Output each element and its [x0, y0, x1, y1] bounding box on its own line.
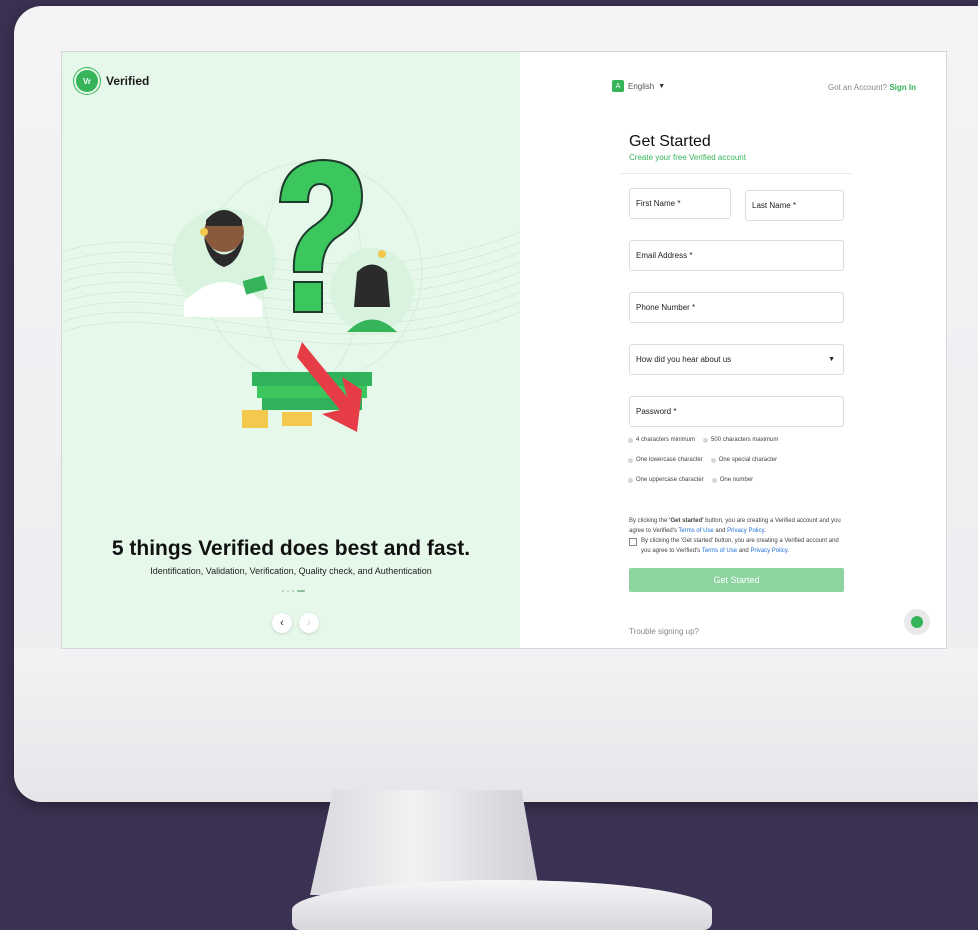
- first-name-field[interactable]: First Name *: [629, 188, 731, 219]
- rule-item: One number: [711, 477, 754, 483]
- last-name-placeholder: Last Name *: [752, 201, 797, 210]
- brand-name: Verified: [106, 74, 150, 88]
- verified-logo-icon: Vr: [74, 68, 100, 94]
- referral-source-placeholder: How did you hear about us: [636, 355, 732, 364]
- phone-placeholder: Phone Number *: [636, 303, 696, 312]
- divider: [620, 173, 852, 174]
- caret-down-icon: ▼: [828, 356, 835, 363]
- privacy-policy-link[interactable]: Privacy Policy: [750, 548, 787, 554]
- terms-text: By clicking the: [629, 518, 670, 524]
- rule-status-icon: [628, 437, 633, 443]
- first-name-placeholder: First Name *: [636, 199, 681, 208]
- last-name-field[interactable]: Last Name *: [745, 190, 844, 221]
- screen: Vr Verified 5 things Verified does best …: [62, 52, 946, 648]
- rule-item: 4 characters minimum: [628, 437, 695, 443]
- language-label: English: [628, 81, 655, 91]
- hero-panel: Vr Verified 5 things Verified does best …: [62, 52, 520, 648]
- rule-row: One uppercase character One number: [628, 477, 778, 483]
- chevron-left-icon: ‹: [280, 617, 284, 629]
- hero-subline: Identification, Validation, Verification…: [150, 566, 432, 576]
- rule-label: One uppercase character: [636, 477, 704, 483]
- monitor-chin: [14, 648, 978, 802]
- signin-link[interactable]: Sign In: [889, 83, 916, 92]
- terms-checkbox-label: By clicking the 'Get started' button, yo…: [641, 536, 849, 556]
- rule-status-icon: [710, 457, 716, 463]
- account-prompt-text: Got an Account?: [827, 83, 888, 92]
- rule-status-icon: [628, 457, 633, 463]
- chat-icon: [911, 616, 923, 628]
- hero-headline: 5 things Verified does best and fast.: [111, 537, 471, 560]
- rule-row: 4 characters minimum 500 characters maxi…: [628, 437, 778, 443]
- hero-illustration: [172, 158, 414, 432]
- form-subtitle: Create your free Verified account: [629, 153, 746, 162]
- privacy-policy-link[interactable]: Privacy Policy: [727, 528, 764, 534]
- account-prompt: Got an Account? Sign In: [828, 83, 916, 92]
- carousel-dot-active[interactable]: [297, 590, 305, 592]
- rule-label: One special character: [718, 457, 778, 463]
- signup-panel: A English ▼ Got an Account? Sign In Get …: [520, 52, 946, 648]
- chat-widget-button[interactable]: [904, 609, 930, 635]
- referral-source-select[interactable]: How did you hear about us ▼: [629, 344, 844, 375]
- phone-field[interactable]: Phone Number *: [629, 292, 844, 323]
- terms-text: .: [787, 548, 790, 554]
- brand-logo[interactable]: Vr Verified: [74, 68, 149, 94]
- terms-text: and: [713, 528, 728, 534]
- rule-item: One uppercase character: [628, 477, 704, 483]
- rule-row: One lowercase character One special char…: [628, 457, 778, 463]
- email-placeholder: Email Address *: [636, 251, 693, 260]
- email-field[interactable]: Email Address *: [629, 240, 844, 271]
- rule-item: One lowercase character: [628, 457, 703, 463]
- terms-text: and: [737, 548, 751, 554]
- carousel-indicator: [282, 590, 305, 592]
- terms-checkbox-row: By clicking the 'Get started' button, yo…: [629, 536, 849, 556]
- password-field[interactable]: Password *: [629, 396, 844, 427]
- monitor-base: [292, 880, 712, 930]
- terms-checkbox[interactable]: [629, 538, 637, 546]
- terms-text: .: [764, 528, 766, 534]
- language-selector[interactable]: A English ▼: [612, 80, 665, 92]
- rule-label: One lowercase character: [636, 457, 703, 463]
- carousel-dot[interactable]: [282, 590, 284, 592]
- terms-of-use-link[interactable]: Terms of Use: [702, 548, 737, 554]
- rule-status-icon: [628, 477, 633, 483]
- rule-item: One special character: [710, 457, 778, 463]
- terms-button-ref: 'Get started': [669, 518, 704, 524]
- carousel-next-button[interactable]: ›: [299, 613, 319, 633]
- terms-notice: By clicking the 'Get started' button, yo…: [629, 516, 849, 536]
- carousel-prev-button[interactable]: ‹: [272, 613, 292, 633]
- trouble-signing-up-link[interactable]: Trouble signing up?: [629, 627, 699, 636]
- terms-of-use-link[interactable]: Terms of Use: [678, 528, 713, 534]
- rule-item: 500 characters maximum: [703, 437, 778, 443]
- caret-down-icon: ▼: [658, 82, 666, 90]
- rule-status-icon: [703, 437, 709, 443]
- rule-label: 500 characters maximum: [711, 437, 779, 443]
- chevron-right-icon: ›: [307, 617, 311, 629]
- rule-status-icon: [711, 477, 717, 483]
- password-rules: 4 characters minimum 500 characters maxi…: [628, 437, 778, 497]
- rule-label: One number: [719, 477, 754, 483]
- carousel-dot[interactable]: [292, 590, 294, 592]
- form-title: Get Started: [629, 133, 711, 150]
- carousel-dot[interactable]: [287, 590, 289, 592]
- rule-label: 4 characters minimum: [636, 437, 696, 443]
- translate-icon: A: [612, 80, 624, 92]
- get-started-button[interactable]: Get Started: [629, 568, 844, 592]
- password-placeholder: Password *: [636, 407, 677, 416]
